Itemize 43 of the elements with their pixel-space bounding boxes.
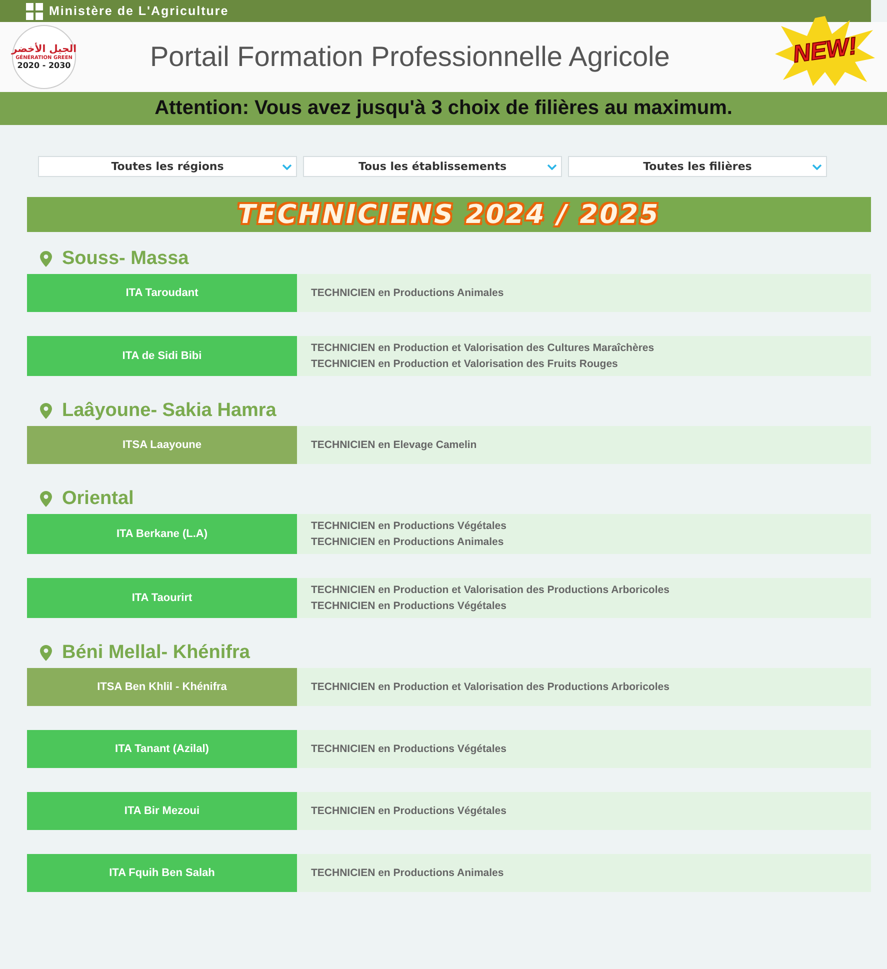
banner-title: TECHNICIENS 2024 / 2025: [238, 200, 660, 230]
school-cell[interactable]: ITSA Laayoune: [27, 426, 297, 464]
location-pin-icon: [40, 251, 52, 267]
program-text: TECHNICIEN en Productions Végétales: [311, 804, 508, 819]
chevron-down-icon: [812, 164, 822, 170]
new-label: NEW!: [791, 32, 859, 70]
region-heading: Souss- Massa: [62, 248, 189, 270]
location-pin-icon: [40, 491, 52, 507]
portal-title: Portail Formation Professionnelle Agricole: [150, 41, 670, 73]
school-cell[interactable]: ITA Fquih Ben Salah: [27, 854, 297, 892]
region-heading: Laâyoune- Sakia Hamra: [62, 400, 276, 422]
school-cell[interactable]: ITA de Sidi Bibi: [27, 336, 297, 376]
program-text: TECHNICIEN en Productions Végétales: [311, 742, 508, 757]
filter-dropdown[interactable]: Toutes les filières: [568, 156, 827, 177]
program-text: TECHNICIEN en Production et Valorisation des Cultures Maraîchères: [311, 341, 656, 356]
program-text: TECHNICIEN en Productions Animales: [311, 286, 505, 301]
notice-text: Attention: Vous avez jusqu'à 3 choix de filières au maximum.: [154, 97, 732, 120]
program-text: TECHNICIEN en Production et Valorisation des Productions Arboricoles: [311, 583, 670, 598]
location-pin-icon: [40, 403, 52, 419]
school-cell[interactable]: ITSA Ben Khlil - Khénifra: [27, 668, 297, 706]
chevron-down-icon: [547, 164, 557, 170]
program-text: TECHNICIEN en Elevage Camelin: [311, 438, 478, 453]
school-cell[interactable]: ITA Berkane (L.A): [27, 514, 297, 554]
ministry-name: Ministère de L'Agriculture: [49, 4, 229, 18]
location-pin-icon: [40, 645, 52, 661]
filter-dropdown[interactable]: Toutes les régions: [38, 156, 297, 177]
program-text: TECHNICIEN en Productions Animales: [311, 535, 505, 550]
program-text: TECHNICIEN en Productions Animales: [311, 866, 505, 881]
school-cell[interactable]: ITA Tanant (Azilal): [27, 730, 297, 768]
school-cell[interactable]: ITA Taourirt: [27, 578, 297, 618]
program-text: TECHNICIEN en Productions Végétales: [311, 519, 508, 534]
school-cell[interactable]: ITA Bir Mezoui: [27, 792, 297, 830]
logo-arabic-text: الجيل الأخضر: [11, 44, 77, 55]
school-cell[interactable]: ITA Taroudant: [27, 274, 297, 312]
chevron-down-icon: [282, 164, 292, 170]
program-text: TECHNICIEN en Productions Végétales: [311, 599, 508, 614]
region-heading: Béni Mellal- Khénifra: [62, 642, 250, 664]
program-text: TECHNICIEN en Production et Valorisation des Productions Arboricoles: [311, 680, 670, 695]
program-text: TECHNICIEN en Production et Valorisation des Fruits Rouges: [311, 357, 619, 372]
grid-icon: [26, 2, 43, 20]
filter-dropdown[interactable]: Tous les établissements: [303, 156, 562, 177]
logo-years: 2020 - 2030: [17, 61, 71, 70]
region-heading: Oriental: [62, 488, 134, 510]
